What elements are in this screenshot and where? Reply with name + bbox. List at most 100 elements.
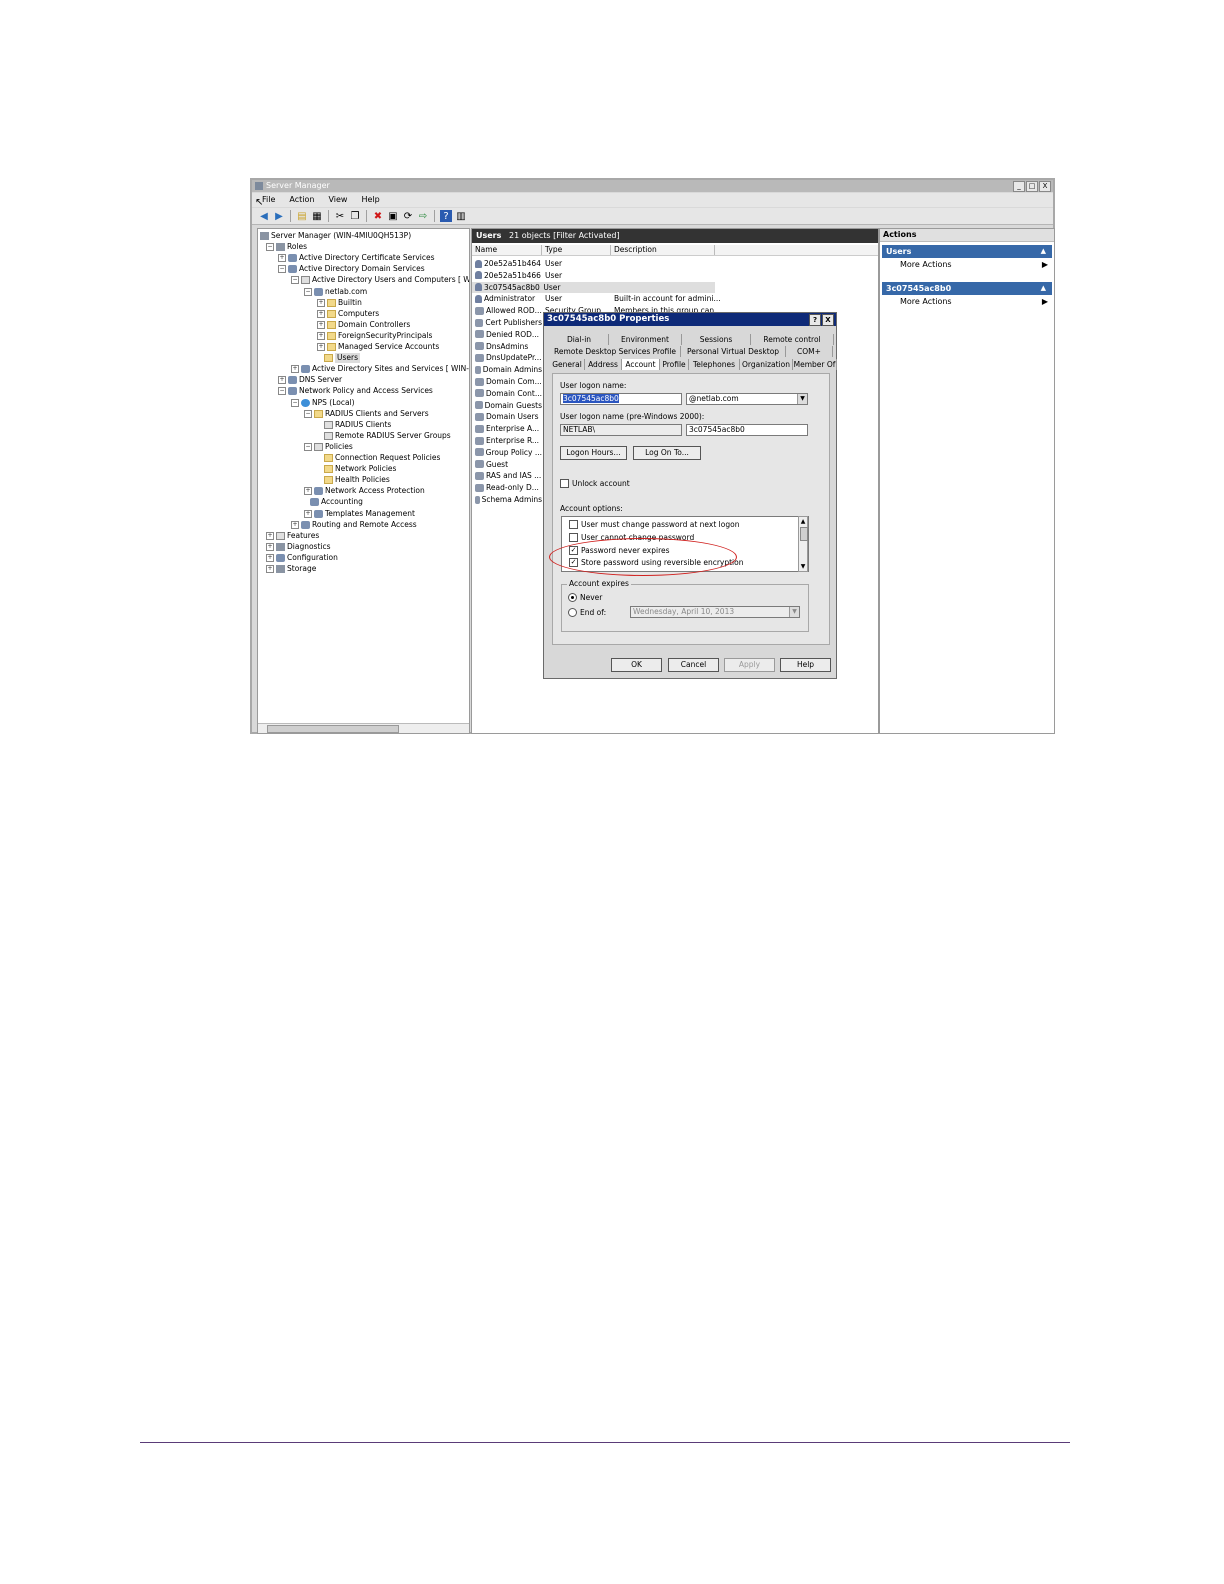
- tree-node[interactable]: + Diagnostics: [266, 542, 331, 552]
- tab-personal-virtual-desktop[interactable]: Personal Virtual Desktop: [681, 346, 786, 357]
- expand-icon[interactable]: +: [304, 509, 312, 518]
- tree-node[interactable]: − Active Directory Domain Services: [278, 264, 425, 274]
- tab-remote-control[interactable]: Remote control: [751, 334, 834, 345]
- cancel-button[interactable]: Cancel: [668, 658, 719, 672]
- expand-icon[interactable]: +: [266, 553, 274, 562]
- back-arrow-icon[interactable]: ◀: [258, 210, 270, 222]
- tree-node[interactable]: − Active Directory Users and Computers [ …: [291, 275, 469, 285]
- tree-node[interactable]: + Templates Management: [304, 509, 415, 519]
- ok-button[interactable]: OK: [611, 658, 662, 672]
- radio-unselected[interactable]: [568, 608, 577, 617]
- scroll-thumb[interactable]: [800, 527, 808, 541]
- apply-button[interactable]: Apply: [724, 658, 775, 672]
- chevron-down-icon[interactable]: ▼: [789, 607, 799, 617]
- dialog-title-bar[interactable]: 3c07545ac8b0 Properties ? X: [544, 313, 836, 326]
- tree-node[interactable]: Accounting: [310, 497, 363, 507]
- tree-node[interactable]: + Computers: [317, 309, 379, 319]
- more-actions-user[interactable]: More Actions ▶: [880, 295, 1054, 309]
- never-radio[interactable]: Never: [568, 593, 602, 602]
- dialog-close-button[interactable]: X: [822, 314, 834, 326]
- expand-icon[interactable]: +: [317, 331, 325, 340]
- collapse-icon[interactable]: −: [278, 387, 286, 396]
- tab-account[interactable]: Account: [622, 359, 660, 370]
- tree-node[interactable]: Remote RADIUS Server Groups: [324, 431, 451, 441]
- more-actions-users[interactable]: More Actions ▶: [880, 258, 1054, 272]
- help-button[interactable]: Help: [780, 658, 831, 672]
- menu-action[interactable]: Action: [289, 193, 314, 207]
- tree-node[interactable]: + Managed Service Accounts: [317, 342, 439, 352]
- expand-icon[interactable]: +: [278, 254, 286, 263]
- tree-node[interactable]: Connection Request Policies: [324, 453, 440, 463]
- expand-icon[interactable]: +: [304, 487, 312, 496]
- collapse-icon[interactable]: −: [291, 398, 299, 407]
- show-hide-tree-icon[interactable]: ▦: [311, 210, 323, 222]
- collapse-icon[interactable]: −: [266, 243, 274, 252]
- log-on-to-button[interactable]: Log On To...: [633, 446, 701, 460]
- menu-file[interactable]: File: [262, 193, 275, 207]
- logon-name-input[interactable]: 3c07545ac8b0: [560, 393, 682, 405]
- expand-icon[interactable]: +: [291, 365, 299, 374]
- collapse-icon[interactable]: −: [278, 265, 286, 274]
- up-folder-icon[interactable]: ▤: [296, 210, 308, 222]
- checkbox-checked[interactable]: ✓: [569, 558, 578, 568]
- account-option-checkbox[interactable]: ✓ Password never expires: [569, 545, 670, 555]
- expand-icon[interactable]: +: [317, 320, 325, 329]
- actions-section-user[interactable]: 3c07545ac8b0 ▲: [882, 282, 1052, 295]
- account-option-checkbox[interactable]: User must change password at next logon: [569, 520, 739, 529]
- account-options-scrollbar[interactable]: ▲ ▼: [798, 516, 808, 572]
- help-icon[interactable]: ?: [440, 210, 452, 222]
- checkbox-unchecked[interactable]: [569, 520, 578, 529]
- expand-icon[interactable]: +: [317, 309, 325, 318]
- title-bar[interactable]: Server Manager _ □ X: [252, 180, 1053, 192]
- logon-hours-button[interactable]: Logon Hours...: [560, 446, 627, 460]
- tree-node[interactable]: − Roles: [266, 242, 307, 252]
- chevron-down-icon[interactable]: ▼: [797, 394, 807, 404]
- expand-icon[interactable]: +: [266, 565, 274, 573]
- collapse-icon[interactable]: −: [291, 276, 299, 285]
- actions-section-users[interactable]: Users ▲: [882, 245, 1052, 258]
- upn-suffix-select[interactable]: @netlab.com ▼: [686, 393, 808, 405]
- minimize-button[interactable]: _: [1013, 181, 1025, 192]
- end-date-picker[interactable]: Wednesday, April 10, 2013 ▼: [630, 606, 800, 618]
- table-row[interactable]: 20e52a51b464 User: [472, 258, 721, 269]
- expand-icon[interactable]: +: [291, 520, 299, 529]
- expand-icon[interactable]: +: [317, 343, 325, 351]
- expand-icon[interactable]: +: [317, 298, 325, 307]
- checkbox-unchecked[interactable]: [569, 532, 578, 542]
- copy-icon[interactable]: ❐: [349, 210, 361, 222]
- unlock-account-checkbox[interactable]: Unlock account: [560, 479, 630, 488]
- tree-node[interactable]: − Network Policy and Access Services: [278, 386, 433, 396]
- tree-node[interactable]: Network Policies: [324, 464, 396, 474]
- tab-environment[interactable]: Environment: [609, 334, 682, 345]
- scroll-thumb[interactable]: [267, 725, 399, 733]
- collapse-icon[interactable]: −: [304, 409, 312, 418]
- table-row[interactable]: 20e52a51b466 User: [472, 270, 721, 281]
- column-name[interactable]: Name: [472, 245, 542, 255]
- close-button[interactable]: X: [1039, 181, 1051, 192]
- tree-node[interactable]: Server Manager (WIN-4MIU0QH513P): [260, 231, 411, 241]
- cut-icon[interactable]: ✂: [334, 210, 346, 222]
- properties-icon[interactable]: ▣: [387, 210, 399, 222]
- delete-icon[interactable]: ✖: [372, 210, 384, 222]
- forward-arrow-icon[interactable]: ▶: [273, 210, 285, 222]
- menu-help[interactable]: Help: [361, 193, 379, 207]
- tree-node[interactable]: − RADIUS Clients and Servers: [304, 409, 429, 419]
- tab-rds-profile[interactable]: Remote Desktop Services Profile: [550, 346, 681, 357]
- column-type[interactable]: Type: [542, 245, 611, 255]
- checkbox-checked[interactable]: ✓: [569, 545, 578, 555]
- table-row[interactable]: 3c07545ac8b0 User: [472, 281, 715, 293]
- expand-icon[interactable]: +: [278, 376, 286, 385]
- tree-node[interactable]: Users: [324, 353, 361, 364]
- account-option-checkbox[interactable]: User cannot change password: [569, 532, 694, 542]
- account-option-checkbox[interactable]: ✓ Store password using reversible encrypt…: [569, 558, 743, 568]
- tree-node[interactable]: + Active Directory Certificate Services: [278, 253, 435, 263]
- scroll-up-icon[interactable]: ▲: [799, 517, 807, 526]
- table-row[interactable]: Administrator User Built-in account for ad…: [472, 293, 721, 304]
- tree-node[interactable]: + Configuration: [266, 553, 338, 563]
- tree-node[interactable]: + Routing and Remote Access: [291, 520, 417, 530]
- tree-node[interactable]: + Active Directory Sites and Services [ W…: [291, 364, 469, 374]
- collapse-icon[interactable]: −: [304, 287, 312, 296]
- checkbox-box[interactable]: [560, 479, 569, 488]
- tree-node[interactable]: − Policies: [304, 442, 353, 452]
- tree-node[interactable]: + Network Access Protection: [304, 486, 425, 496]
